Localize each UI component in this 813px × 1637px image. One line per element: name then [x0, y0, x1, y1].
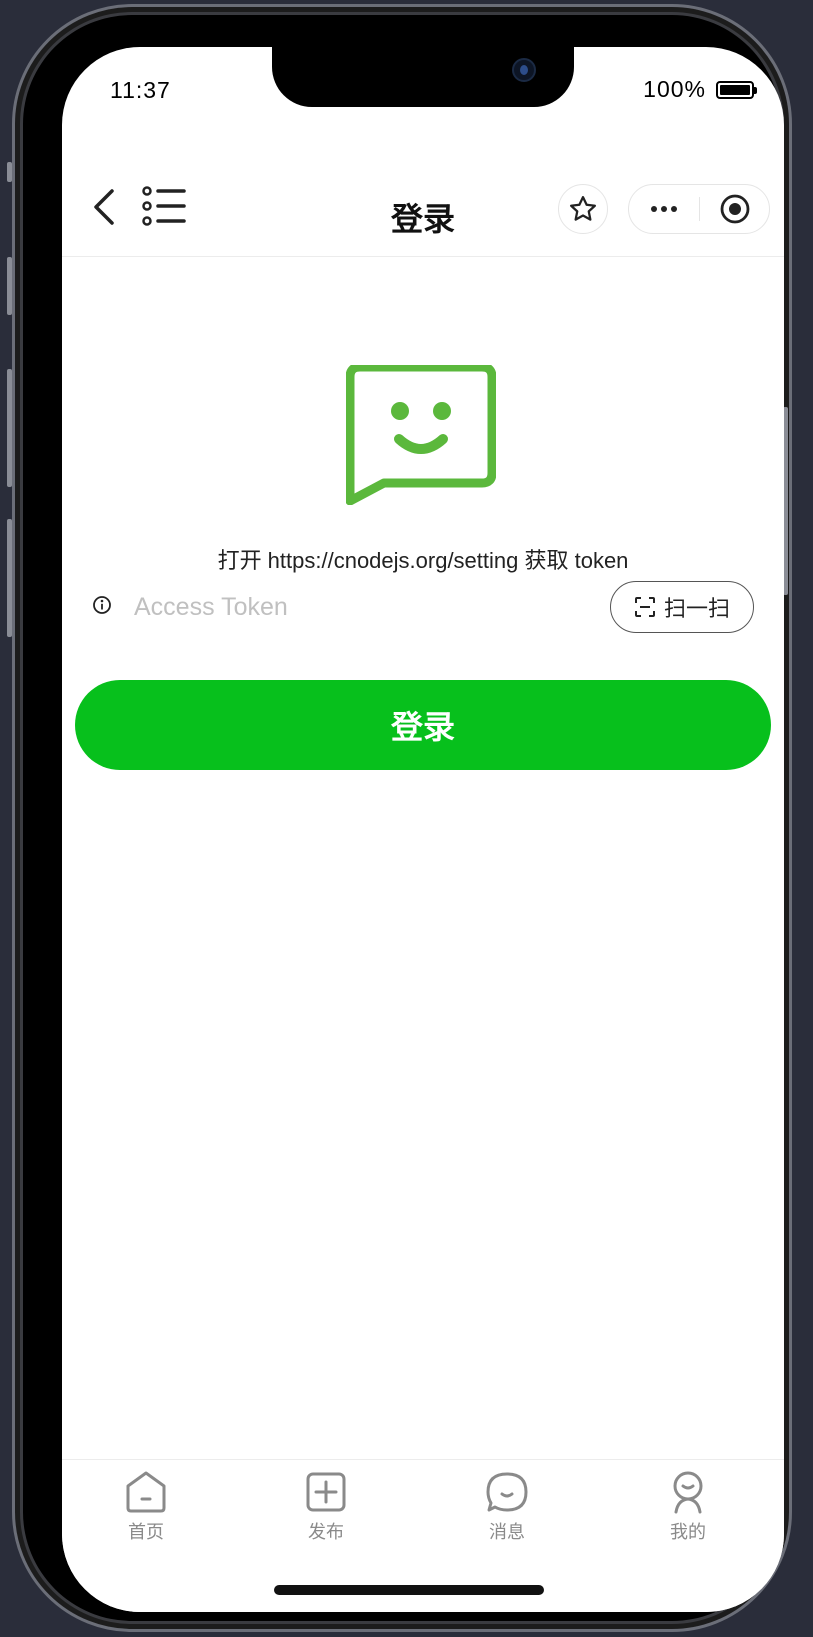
battery-percentage: 100% [643, 76, 706, 102]
tab-label: 消息 [489, 1522, 525, 1542]
more-icon [651, 206, 677, 212]
battery-icon [716, 80, 757, 99]
profile-icon [673, 1471, 703, 1514]
close-button[interactable] [700, 185, 769, 233]
status-right: 100% [643, 76, 757, 103]
camera-icon [512, 58, 536, 82]
tab-home[interactable]: 首页 [86, 1470, 206, 1544]
tab-profile[interactable]: 我的 [628, 1470, 748, 1544]
close-icon [720, 194, 749, 224]
tab-messages[interactable]: 消息 [447, 1470, 567, 1544]
tab-label: 我的 [670, 1522, 706, 1542]
more-button[interactable] [629, 185, 699, 233]
volume-up-button [7, 257, 12, 315]
side-button [7, 162, 12, 182]
nav-bar: 登录 [62, 137, 784, 257]
home-icon [126, 1471, 166, 1513]
scan-button[interactable]: 扫一扫 [610, 581, 754, 633]
message-icon [486, 1472, 528, 1512]
star-button[interactable] [558, 184, 608, 234]
login-button[interactable]: 登录 [75, 680, 771, 770]
tab-label: 首页 [128, 1522, 164, 1542]
chat-logo-icon [345, 362, 497, 506]
token-hint: 打开 https://cnodejs.org/setting 获取 token [217, 548, 629, 573]
app-screen: 11:37 100% 登录 打开 https://cnodejs.org/set… [62, 47, 784, 1612]
star-icon [570, 196, 596, 221]
tab-publish[interactable]: 发布 [266, 1470, 386, 1544]
scan-label: 扫一扫 [663, 596, 730, 621]
home-indicator [274, 1585, 544, 1595]
notch [272, 47, 574, 107]
status-time: 11:37 [110, 77, 171, 103]
mute-button [7, 519, 12, 637]
tab-label: 发布 [308, 1522, 344, 1542]
capsule-menu [628, 184, 770, 234]
volume-down-button [7, 369, 12, 487]
token-input[interactable] [134, 585, 574, 629]
scan-icon [634, 597, 655, 617]
info-icon [92, 595, 112, 615]
phone-frame: 11:37 100% 登录 打开 https://cnodejs.org/set… [7, 4, 792, 1632]
token-row: 扫一扫 [92, 575, 754, 639]
add-icon [306, 1472, 346, 1512]
